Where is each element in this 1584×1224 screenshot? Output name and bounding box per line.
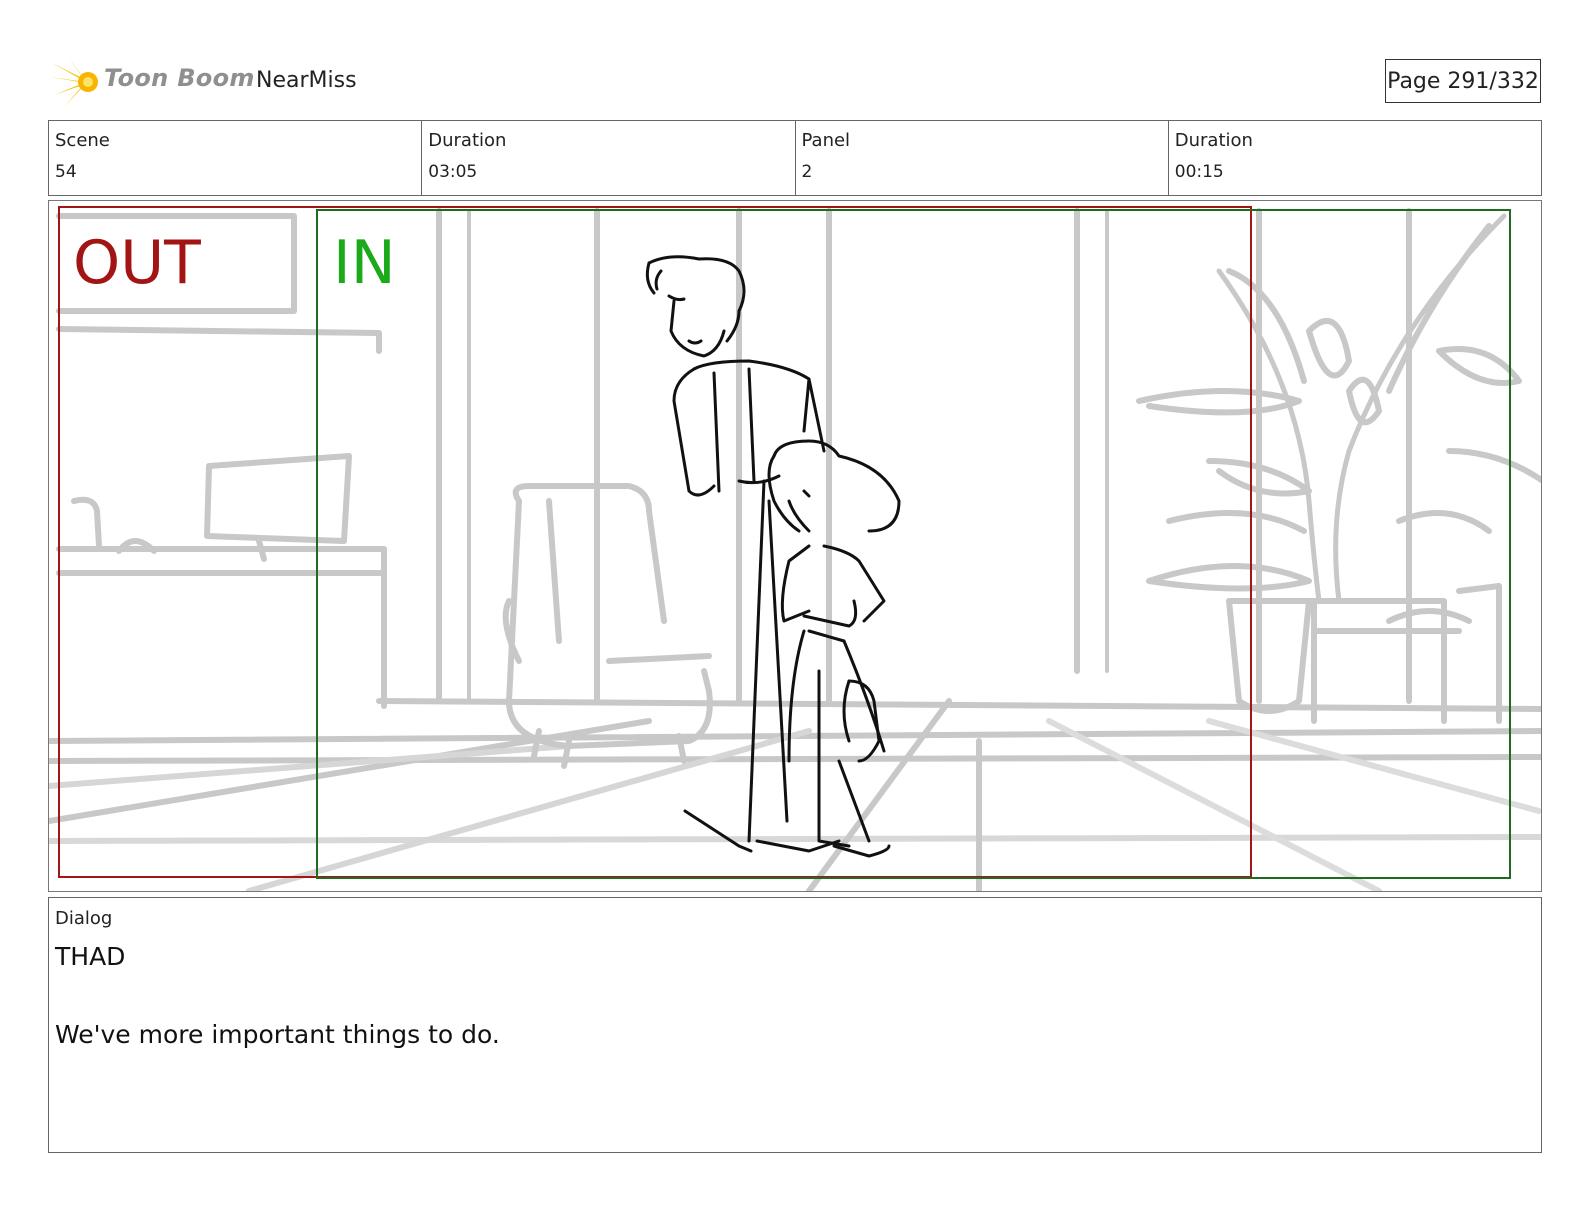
dialog-line: We've more important things to do. — [55, 1020, 500, 1049]
out-frame-label: OUT — [73, 228, 201, 298]
scene-label: Scene — [55, 130, 110, 151]
in-frame — [316, 209, 1511, 879]
panel-duration-label: Duration — [1174, 130, 1253, 151]
in-frame-label: IN — [333, 228, 396, 298]
dialog-speaker: THAD — [55, 942, 126, 971]
scene-duration-cell: Duration 03:05 — [422, 121, 796, 195]
page-header: Toon Boom NearMiss Page 291/332 — [0, 0, 1584, 118]
scene-duration-label: Duration — [428, 130, 507, 151]
panel-duration-cell: Duration 00:15 — [1169, 121, 1541, 195]
page-indicator: Page 291/332 — [1385, 59, 1541, 103]
scene-cell: Scene 54 — [49, 121, 423, 195]
dialog-label: Dialog — [55, 908, 113, 929]
project-name: NearMiss — [256, 68, 357, 93]
panel-sketch — [49, 206, 1541, 891]
scene-info-table: Scene 54 Duration 03:05 Panel 2 Duration… — [48, 120, 1542, 196]
logo-text: Toon Boom — [104, 64, 255, 92]
panel-label: Panel — [801, 130, 851, 151]
storyboard-panel: OUT IN — [48, 200, 1542, 892]
panel-duration-value: 00:15 — [1174, 162, 1224, 182]
panel-cell: Panel 2 — [796, 121, 1169, 195]
scene-duration-value: 03:05 — [428, 162, 478, 182]
background-sketch — [49, 208, 1541, 891]
scene-value: 54 — [55, 162, 77, 182]
dialog-box: Dialog THAD We've more important things … — [48, 897, 1542, 1153]
panel-value: 2 — [801, 162, 813, 182]
